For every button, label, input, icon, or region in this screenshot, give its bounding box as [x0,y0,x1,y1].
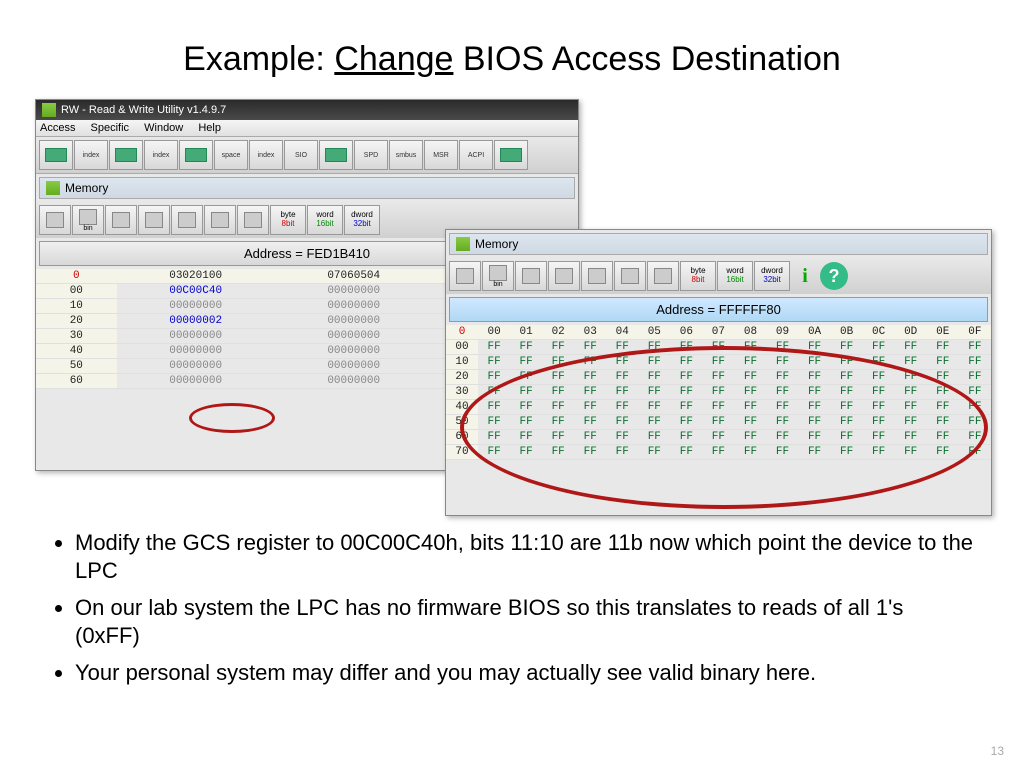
toolbar-button[interactable]: space [214,140,248,170]
memory-panel-header-2: Memory [449,233,988,255]
mem-toolbar-button[interactable] [581,261,613,291]
mem-toolbar-button[interactable] [548,261,580,291]
title-underline: Change [334,40,453,78]
panel-label: Memory [475,237,518,251]
mem-toolbar-button[interactable] [449,261,481,291]
bullet-item: On our lab system the LPC has no firmwar… [75,594,974,649]
mem-toolbar-button[interactable] [614,261,646,291]
bullet-list: Modify the GCS register to 00C00C40h, bi… [50,529,974,687]
memory-icon [46,181,60,195]
toolbar-button[interactable] [109,140,143,170]
toolbar-button[interactable] [39,140,73,170]
size-dword[interactable]: dword32bit [344,205,380,235]
toolbar-button[interactable]: index [249,140,283,170]
memory-panel-header: Memory [39,177,575,199]
help-icon[interactable]: ? [820,262,848,290]
toolbar-button[interactable]: smbus [389,140,423,170]
menu-help[interactable]: Help [198,122,221,134]
info-icon[interactable]: i [791,262,819,290]
bullet-item: Your personal system may differ and you … [75,659,974,687]
toolbar-button[interactable]: ACPI [459,140,493,170]
toolbar-button[interactable] [494,140,528,170]
mem-toolbar-button[interactable] [204,205,236,235]
memory-icon [456,237,470,251]
size-byte[interactable]: byte8bit [680,261,716,291]
menu-window[interactable]: Window [144,122,183,134]
mem-toolbar-button[interactable]: bin [482,261,514,291]
toolbar-button[interactable] [319,140,353,170]
toolbar-button[interactable]: index [144,140,178,170]
mem-toolbar-button[interactable] [105,205,137,235]
toolbar-button[interactable] [179,140,213,170]
slide-title: Example: Change BIOS Access Destination [50,40,974,79]
app-icon [42,103,56,117]
size-byte[interactable]: byte8bit [270,205,306,235]
mem-toolbar-button[interactable] [515,261,547,291]
size-word[interactable]: word16bit [307,205,343,235]
titlebar[interactable]: RW - Read & Write Utility v1.4.9.7 [36,100,578,120]
mem-toolbar-button[interactable] [138,205,170,235]
toolbar-button[interactable]: index [74,140,108,170]
mem-toolbar-button[interactable] [647,261,679,291]
app-title: RW - Read & Write Utility v1.4.9.7 [61,104,226,116]
toolbar-button[interactable]: SIO [284,140,318,170]
menubar: Access Specific Window Help [36,120,578,137]
mem-toolbar-button[interactable] [237,205,269,235]
mem-toolbar-button[interactable] [39,205,71,235]
highlight-circle-gcs [189,403,275,433]
size-word[interactable]: word16bit [717,261,753,291]
mem-toolbar-button[interactable] [171,205,203,235]
toolbar-button[interactable]: MSR [424,140,458,170]
menu-specific[interactable]: Specific [91,122,130,134]
title-prefix: Example: [183,40,334,78]
toolbar-button[interactable]: SPD [354,140,388,170]
page-number: 13 [991,744,1004,758]
mem-toolbar-button[interactable]: bin [72,205,104,235]
title-suffix: BIOS Access Destination [453,40,840,78]
size-dword[interactable]: dword32bit [754,261,790,291]
panel-label: Memory [65,181,108,195]
main-toolbar: indexindexspaceindexSIOSPDsmbusMSRACPI [36,137,578,174]
bullet-item: Modify the GCS register to 00C00C40h, bi… [75,529,974,584]
address-field-2[interactable]: Address = FFFFFF80 [449,297,988,322]
memory-toolbar-2: bin byte8bitword16bitdword32biti? [446,258,991,294]
menu-access[interactable]: Access [40,122,75,134]
highlight-circle-ff [460,346,988,509]
